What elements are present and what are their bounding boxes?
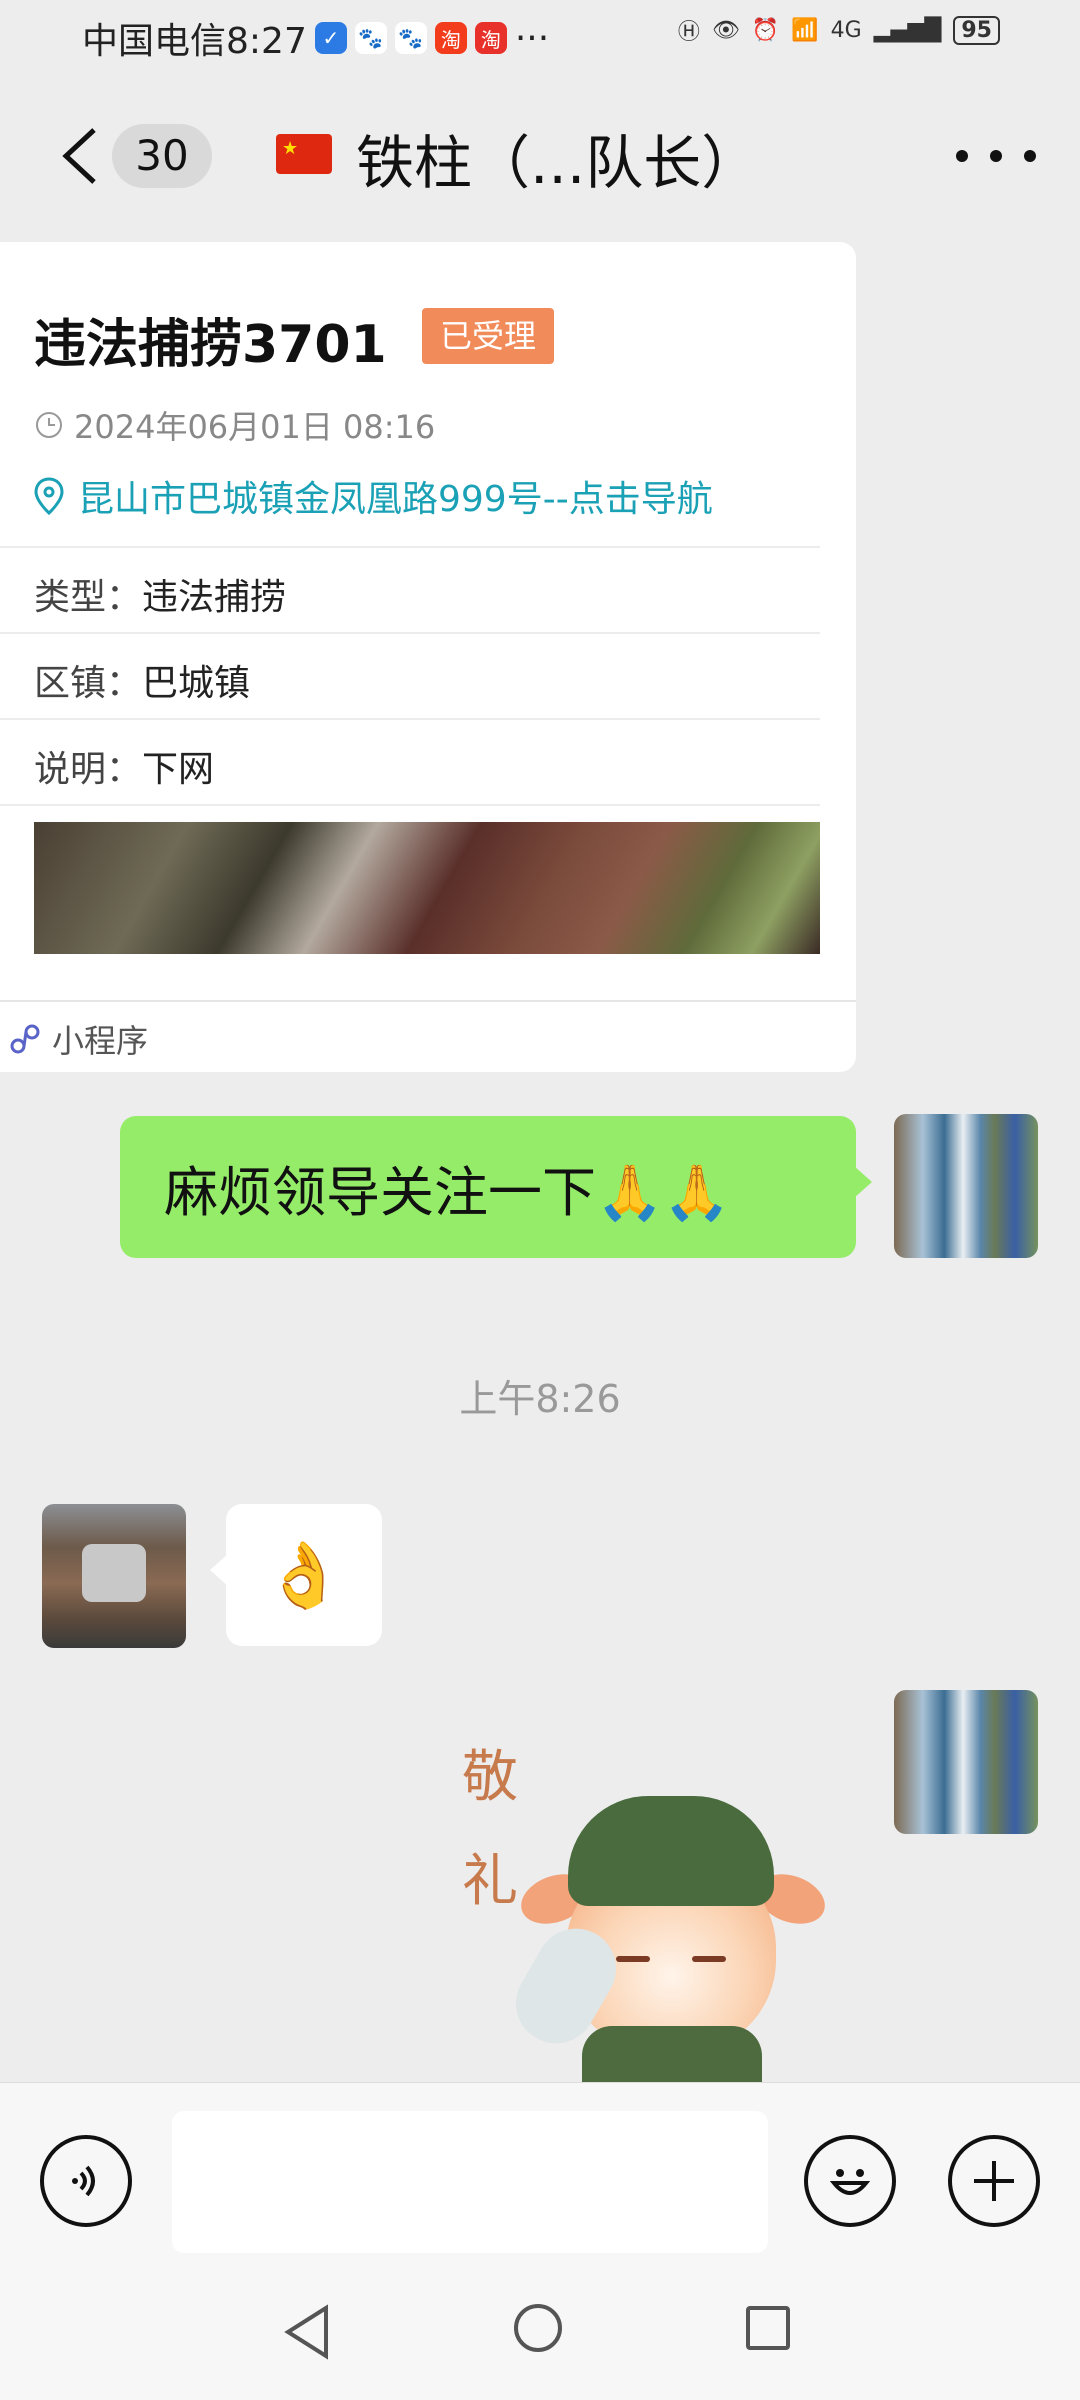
case-photo (34, 822, 820, 954)
info-value: 违法捕捞 (142, 577, 287, 618)
info-row-description: 说明：下网 (34, 740, 214, 792)
case-datetime: 2024年06月01日 08:16 (34, 402, 435, 448)
info-row-district: 区镇：巴城镇 (34, 654, 250, 706)
status-badge: 已受理 (422, 308, 555, 364)
mini-program-label: 小程序 (52, 1022, 149, 1060)
status-right: Ⓗ 👁 ⏰ 📶 4G ▂▄▆█ 95 (678, 14, 1000, 46)
case-title: 违法捕捞3701 (34, 315, 387, 375)
unread-count-badge[interactable]: 30 (112, 124, 212, 188)
divider (0, 546, 820, 548)
info-label: 说明： (34, 749, 143, 790)
mini-program-icon (10, 1024, 40, 1054)
sticker-deer-body (582, 2026, 762, 2082)
sticker-army-cap (568, 1796, 774, 1906)
nav-recent-apps-icon[interactable] (746, 2306, 790, 2350)
voice-icon (72, 2165, 95, 2197)
location-pin-icon (34, 477, 64, 515)
nav-home-icon[interactable] (514, 2304, 562, 2352)
battery-indicator: 95 (953, 15, 1000, 45)
system-navigation-bar (0, 2262, 1080, 2400)
info-value: 巴城镇 (142, 663, 251, 704)
shield-app-icon: ✓ (314, 22, 347, 54)
network-type: 4G (830, 17, 862, 43)
china-flag-icon: ★ (276, 134, 332, 174)
add-more-button[interactable] (948, 2135, 1040, 2227)
more-options-button[interactable] (956, 144, 1036, 168)
outgoing-message-bubble[interactable]: 麻烦领导关注一下🙏🙏 (120, 1116, 872, 1258)
smiley-icon (829, 2169, 871, 2195)
ok-hand-emoji: 👌 (264, 1538, 344, 1613)
message-text: 麻烦领导关注一下🙏🙏 (164, 1160, 731, 1224)
info-label: 类型： (34, 577, 143, 618)
location-text[interactable]: 昆山市巴城镇金凤凰路999号--点击导航 (78, 470, 713, 522)
my-avatar[interactable] (894, 1114, 1038, 1258)
status-bar: 中国电信8:27 ✓ 🐾 🐾 淘 淘 ··· Ⓗ 👁 ⏰ 📶 4G ▂▄▆█ 9… (0, 0, 1080, 72)
clock-icon (36, 412, 62, 438)
hd-icon: Ⓗ (677, 20, 700, 45)
info-row-type: 类型：违法捕捞 (34, 568, 286, 620)
info-value: 下网 (142, 749, 215, 790)
baidu-icon: 🐾 (354, 22, 387, 54)
datetime-text: 2024年06月01日 08:16 (74, 408, 436, 446)
wifi-icon: 📶 (791, 17, 819, 43)
message-timestamp: 上午8:26 (459, 1377, 621, 1421)
voice-button[interactable] (40, 2135, 132, 2227)
incoming-message-bubble[interactable]: 👌 (210, 1504, 382, 1646)
input-bar (0, 2082, 1080, 2263)
navigation-link[interactable]: 昆山市巴城镇金凤凰路999号--点击导航 (34, 470, 713, 522)
chat-title: 铁柱（...队长） (356, 129, 760, 197)
mini-program-card[interactable]: 违法捕捞3701 已受理 2024年06月01日 08:16 昆山市巴城镇金凤凰… (0, 242, 856, 1072)
back-arrow-icon[interactable] (58, 124, 106, 188)
chat-header: 30 ★ 铁柱（...队长） (0, 72, 1080, 242)
divider (0, 1000, 856, 1002)
message-input[interactable] (172, 2111, 768, 2253)
emoji-button[interactable] (804, 2135, 896, 2227)
carrier-time: 中国电信8:27 (82, 21, 307, 62)
divider (0, 718, 820, 720)
taobao-sale-icon: 淘 (474, 22, 507, 54)
signal-icon: ▂▄▆█ (873, 17, 942, 43)
my-avatar[interactable] (894, 1690, 1038, 1834)
plus-icon (974, 2161, 1014, 2201)
more-notifications-icon: ··· (514, 17, 550, 59)
baidu-icon: 🐾 (394, 22, 427, 54)
divider (0, 804, 820, 806)
friend-avatar[interactable] (42, 1504, 186, 1648)
taobao-icon: 淘 (434, 22, 467, 54)
salute-sticker[interactable]: 敬礼 (456, 1726, 836, 2082)
status-left: 中国电信8:27 ✓ 🐾 🐾 淘 淘 ··· (82, 12, 549, 64)
nav-back-icon[interactable] (282, 2304, 332, 2360)
alarm-icon: ⏰ (751, 17, 780, 43)
divider (0, 632, 820, 634)
eye-icon: 👁 (711, 17, 740, 43)
mini-program-footer: 小程序 (8, 1016, 148, 1062)
info-label: 区镇： (34, 663, 143, 704)
